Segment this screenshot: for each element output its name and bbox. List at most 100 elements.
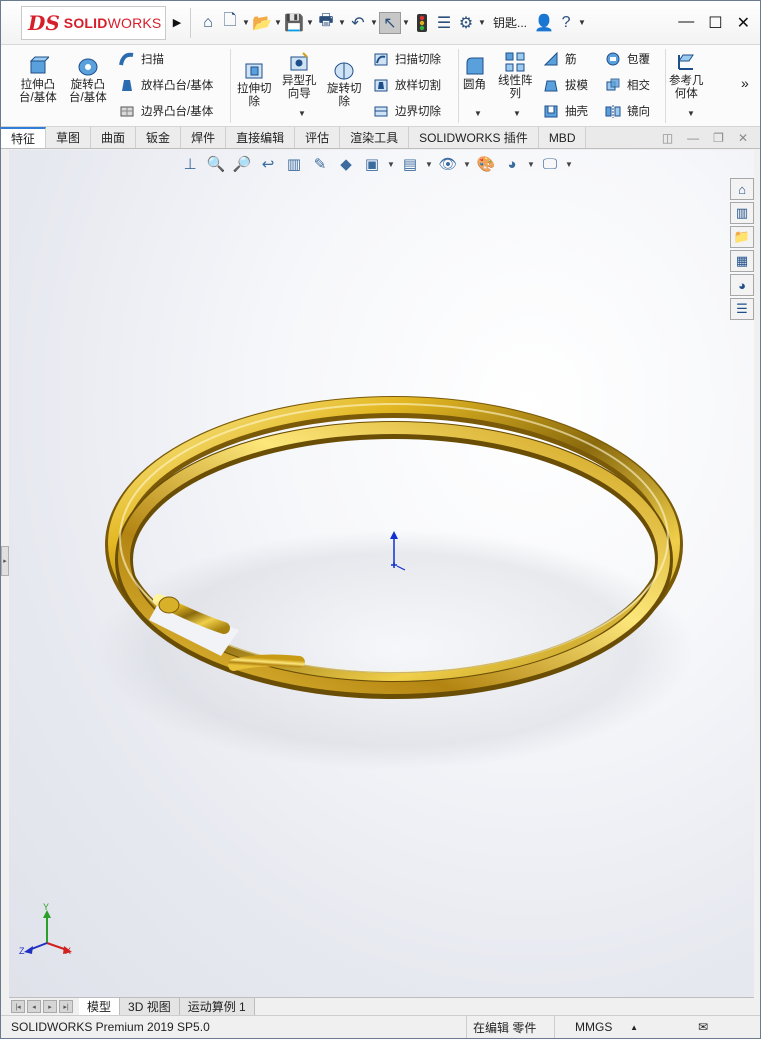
extrude-cut-button[interactable]: 拉伸切 除	[237, 59, 272, 109]
quick-access-toolbar: ⌂ 🗋 ▼ 📂 ▼ 💾 ▼ 🖶 ▼ ↶ ▼ ↖ ▼ ☰ ⚙ ▼ 钥匙... 👤 …	[197, 1, 587, 44]
product-version-label: SOLIDWORKS Premium 2019 SP5.0	[11, 1020, 210, 1034]
toolbar-separator	[190, 7, 191, 38]
prev-tab-arrow-icon[interactable]: ◂	[27, 1000, 41, 1013]
graphics-area[interactable]: ⊥ 🔍 🔎 ↩ ▥ ✎ ◆ ▣ ▼ ▤ ▼ 👁 ▼ 🎨 ◕ ▼ 🖵 ▼ ⌂ ▥ …	[9, 150, 754, 997]
help-dropdown-icon[interactable]: ▼	[577, 18, 587, 27]
tab-model[interactable]: 模型	[79, 998, 121, 1015]
rebuild-traffic-light-icon[interactable]	[411, 12, 433, 34]
tab-evaluate[interactable]: 评估	[295, 127, 341, 148]
new-document-icon[interactable]: 🗋	[219, 12, 241, 34]
menu-expand-arrow-icon[interactable]: ▶	[170, 8, 184, 38]
tab-sketch[interactable]: 草图	[46, 127, 92, 148]
wrap-button[interactable]: 包覆	[605, 51, 650, 67]
doc-restore-icon[interactable]: ❐	[713, 131, 724, 145]
revolve-cut-button[interactable]: 旋转切 除	[327, 59, 362, 109]
boundary-boss-button[interactable]: 边界凸台/基体	[119, 103, 213, 119]
options-dropdown-icon[interactable]: ▼	[477, 18, 487, 27]
extrude-cut-icon	[245, 63, 263, 79]
rib-label: 筋	[565, 54, 577, 66]
extrude-boss-button[interactable]: 拉伸凸 台/基体	[19, 55, 57, 105]
doc-close-icon[interactable]: ✕	[738, 131, 748, 145]
home-icon[interactable]: ⌂	[197, 12, 219, 34]
tab-direct-editing[interactable]: 直接编辑	[226, 127, 296, 148]
ribbon-more-button[interactable]: »	[741, 75, 749, 91]
loft-boss-button[interactable]: 放样凸台/基体	[119, 77, 213, 93]
sweep-button[interactable]: 扫描	[119, 51, 164, 67]
select-cursor-icon[interactable]: ↖	[379, 11, 401, 34]
lofted-cut-button[interactable]: 放样切割	[373, 77, 441, 93]
print-dropdown-icon[interactable]: ▼	[337, 18, 347, 27]
fillet-dropdown-icon[interactable]: ▼	[474, 109, 482, 118]
swept-cut-button[interactable]: 扫描切除	[373, 51, 441, 67]
save-dropdown-icon[interactable]: ▼	[305, 18, 315, 27]
solidworks-logo[interactable]: DS SOLIDWORKS	[21, 5, 166, 40]
fillet-button[interactable]: 圆角	[463, 55, 486, 92]
maximize-icon[interactable]: ☐	[708, 13, 722, 33]
rib-button[interactable]: 筋	[543, 51, 577, 67]
last-tab-arrow-icon[interactable]: ▸|	[59, 1000, 73, 1013]
bottom-view-tabs: |◂ ◂ ▸ ▸| 模型 3D 视图 运动算例 1	[9, 997, 754, 1015]
close-icon[interactable]: ✕	[737, 13, 750, 33]
unit-system-selector[interactable]: MMGS ▲	[554, 1016, 644, 1038]
minimize-icon[interactable]: —	[678, 13, 694, 33]
feature-manager-expand-handle[interactable]: ▸	[1, 546, 9, 576]
tab-3d-views[interactable]: 3D 视图	[120, 998, 180, 1015]
tab-solidworks-addins[interactable]: SOLIDWORKS 插件	[409, 127, 539, 148]
quick-access-more-label[interactable]: 钥匙...	[493, 14, 527, 31]
first-tab-arrow-icon[interactable]: |◂	[11, 1000, 25, 1013]
save-icon[interactable]: 💾	[283, 12, 305, 34]
shell-button[interactable]: 抽壳	[543, 103, 588, 119]
status-bar: SOLIDWORKS Premium 2019 SP5.0 在编辑 零件 MMG…	[1, 1015, 760, 1038]
split-ring-model[interactable]	[9, 150, 754, 997]
tab-motion-study-1[interactable]: 运动算例 1	[179, 998, 255, 1015]
ribbon-separator	[230, 49, 231, 123]
revolve-cut-icon	[334, 62, 354, 80]
doc-minimize-icon[interactable]: —	[687, 131, 699, 145]
boundary-cut-button[interactable]: 边界切除	[373, 103, 441, 119]
tab-weldments[interactable]: 焊件	[181, 127, 227, 148]
mirror-button[interactable]: 镜向	[605, 103, 650, 119]
reference-geometry-dropdown-icon[interactable]: ▼	[687, 109, 695, 118]
next-tab-arrow-icon[interactable]: ▸	[43, 1000, 57, 1013]
tab-render-tools[interactable]: 渲染工具	[340, 127, 410, 148]
linear-pattern-dropdown-icon[interactable]: ▼	[513, 109, 521, 118]
document-window-controls: ◫ — ❐ ✕	[662, 127, 760, 148]
tab-surfaces[interactable]: 曲面	[91, 127, 137, 148]
select-dropdown-icon[interactable]: ▼	[401, 18, 411, 27]
new-dropdown-icon[interactable]: ▼	[241, 18, 251, 27]
sweep-icon	[119, 52, 134, 66]
lofted-cut-icon	[374, 79, 388, 92]
linear-pattern-button[interactable]: 线性阵 列	[498, 51, 533, 101]
revolve-boss-button[interactable]: 旋转凸 台/基体	[69, 55, 107, 105]
options-gear-icon[interactable]: ⚙	[455, 12, 477, 34]
help-icon[interactable]: ?	[555, 12, 577, 34]
undo-icon[interactable]: ↶	[347, 12, 369, 34]
user-icon[interactable]: 👤	[533, 12, 555, 34]
open-folder-icon[interactable]: 📂	[251, 12, 273, 34]
quick-tips-icon[interactable]: ✉	[698, 1020, 708, 1034]
ring-end-cap	[158, 596, 180, 614]
intersect-icon	[606, 78, 620, 91]
hole-wizard-button[interactable]: 异型孔 向导	[282, 51, 317, 101]
ribbon-more-label: »	[741, 75, 749, 91]
tab-features[interactable]: 特征	[1, 127, 47, 148]
rib-icon	[543, 51, 558, 66]
reference-geometry-label: 参考几 何体	[669, 75, 704, 100]
intersect-button[interactable]: 相交	[605, 77, 650, 93]
tab-sheet-metal[interactable]: 钣金	[136, 127, 182, 148]
file-properties-icon[interactable]: ☰	[433, 12, 455, 34]
boundary-cut-label: 边界切除	[395, 106, 441, 118]
tab-mbd[interactable]: MBD	[538, 127, 587, 148]
command-manager-tabs: 特征 草图 曲面 钣金 焊件 直接编辑 评估 渲染工具 SOLIDWORKS 插…	[1, 127, 760, 149]
print-icon[interactable]: 🖶	[315, 12, 337, 34]
hole-wizard-dropdown-icon[interactable]: ▼	[298, 109, 306, 118]
draft-button[interactable]: 拔模	[543, 77, 588, 93]
open-dropdown-icon[interactable]: ▼	[273, 18, 283, 27]
reference-geometry-button[interactable]: 参考几 何体	[669, 51, 704, 101]
shell-icon	[544, 105, 558, 118]
reference-geometry-icon	[678, 54, 695, 70]
doc-restore-tiled-icon[interactable]: ◫	[662, 131, 673, 145]
undo-dropdown-icon[interactable]: ▼	[369, 18, 379, 27]
sweep-label: 扫描	[141, 54, 164, 66]
window-controls: — ☐ ✕	[678, 13, 750, 33]
